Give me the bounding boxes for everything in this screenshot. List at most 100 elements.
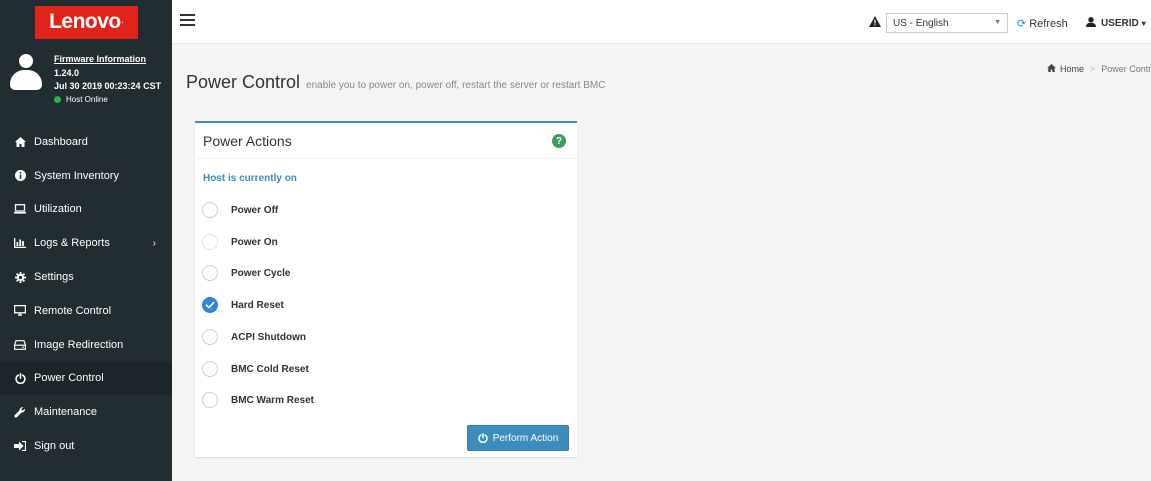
page-title-row: Power Control enable you to power on, po… [186,72,605,93]
option-bmc-warm-reset[interactable]: BMC Warm Reset [202,391,314,409]
breadcrumb-separator: > [1090,64,1096,74]
warning-icon[interactable] [869,16,881,27]
option-label: Power Off [231,204,279,216]
top-header: US - English ▼ ⟳ Refresh USERID ▾ [172,0,1151,44]
user-avatar-icon [10,54,42,90]
page-title: Power Control [186,72,301,92]
sidebar-item-settings[interactable]: Settings [0,260,172,294]
option-power-on[interactable]: Power On [202,233,278,251]
refresh-label: Refresh [1029,17,1068,30]
option-label: BMC Cold Reset [231,363,309,375]
page-subtitle: enable you to power on, power off, resta… [306,80,606,91]
logo-dot: . [121,19,124,25]
avatar-head [19,54,33,68]
panel-header: Power Actions ? [195,123,577,159]
perform-action-label: Perform Action [492,432,559,444]
sidebar-item-label: Power Control [34,372,104,385]
language-select-value: US - English [893,17,949,29]
sidebar-item-system-inventory[interactable]: System Inventory [0,159,172,193]
hamburger-bar [180,24,195,26]
logo-area: Lenovo. [0,0,172,44]
lenovo-logo[interactable]: Lenovo. [34,5,138,39]
checkmark-icon [205,301,215,309]
sidebar-item-label: Settings [34,271,74,284]
sidebar: Lenovo. Firmware Information 1.24.0 Jul … [0,0,172,481]
sidebar-item-label: Image Redirection [34,338,124,351]
avatar-body [10,70,42,90]
option-power-cycle[interactable]: Power Cycle [202,264,290,282]
hamburger-menu-icon[interactable] [180,14,195,26]
option-label: Hard Reset [231,299,284,311]
option-label: ACPI Shutdown [231,331,306,343]
option-label: BMC Warm Reset [231,394,314,406]
radio-bmc-cold-reset[interactable] [202,361,218,377]
option-power-off[interactable]: Power Off [202,201,278,219]
perform-action-button[interactable]: Perform Action [467,425,569,451]
sidebar-item-logs-reports[interactable]: Logs & Reports › [0,226,172,260]
caret-down-icon: ▾ [1141,19,1146,28]
sidebar-item-sign-out[interactable]: Sign out [0,429,172,463]
radio-hard-reset[interactable] [202,297,218,313]
status-dot-icon [54,96,61,103]
power-icon [478,433,488,443]
host-status-label: Host Online [66,95,108,104]
radio-power-cycle[interactable] [202,265,218,281]
sidebar-nav: Dashboard System Inventory Utilization L… [0,125,172,463]
logo-text: Lenovo [49,10,121,33]
sidebar-item-maintenance[interactable]: Maintenance [0,395,172,429]
firmware-datetime: Jul 30 2019 00:23:24 CST [54,81,162,91]
gear-icon [14,271,26,283]
sidebar-item-power-control[interactable]: Power Control [0,361,172,396]
firmware-version: 1.24.0 [54,68,80,78]
info-icon [14,170,26,182]
option-acpi-shutdown[interactable]: ACPI Shutdown [202,328,306,346]
radio-power-off[interactable] [202,202,218,218]
home-icon [1047,64,1056,74]
user-menu[interactable]: USERID ▾ [1086,17,1146,30]
sidebar-item-utilization[interactable]: Utilization [0,193,172,227]
sign-out-icon [14,440,26,452]
power-actions-panel: Power Actions ? Host is currently on Pow… [195,121,577,457]
laptop-icon [14,203,26,215]
hamburger-bar [180,19,195,21]
host-power-status: Host is currently on [203,173,297,184]
sidebar-item-label: Logs & Reports [34,237,110,250]
caret-down-icon: ▼ [994,19,1001,26]
hamburger-bar [180,14,195,16]
panel-title: Power Actions [203,133,292,149]
wrench-icon [14,406,26,418]
monitor-icon [14,305,26,317]
radio-power-on[interactable] [202,234,218,250]
radio-bmc-warm-reset[interactable] [202,392,218,408]
chevron-right-icon: › [152,237,156,249]
radio-acpi-shutdown[interactable] [202,329,218,345]
language-select[interactable]: US - English ▼ [886,13,1008,33]
refresh-button[interactable]: ⟳ Refresh [1017,17,1068,31]
sidebar-item-label: Sign out [34,440,75,453]
help-icon[interactable]: ? [552,134,566,148]
bar-chart-icon [14,237,26,249]
option-label: Power On [231,236,278,248]
sidebar-item-remote-control[interactable]: Remote Control [0,294,172,328]
sidebar-item-label: Dashboard [34,135,88,148]
breadcrumb: Home > Power Control [1047,64,1151,74]
breadcrumb-home-link[interactable]: Home [1060,64,1084,74]
option-label: Power Cycle [231,267,291,279]
sidebar-item-image-redirection[interactable]: Image Redirection [0,328,172,362]
drive-icon [14,339,26,351]
sidebar-item-label: Utilization [34,203,82,216]
breadcrumb-current: Power Control [1101,64,1151,74]
user-label: USERID [1101,18,1139,29]
option-bmc-cold-reset[interactable]: BMC Cold Reset [202,360,309,378]
option-hard-reset[interactable]: Hard Reset [202,296,284,314]
refresh-icon: ⟳ [1017,18,1027,30]
sidebar-item-label: Remote Control [34,304,112,317]
firmware-info-panel: Firmware Information 1.24.0 Jul 30 2019 … [0,44,172,122]
firmware-info-link[interactable]: Firmware Information [54,54,146,64]
sidebar-item-dashboard[interactable]: Dashboard [0,125,172,159]
home-icon [14,136,26,148]
power-icon [14,372,26,384]
user-icon [1086,17,1096,30]
sidebar-item-label: System Inventory [34,169,119,182]
sidebar-item-label: Maintenance [34,406,97,419]
